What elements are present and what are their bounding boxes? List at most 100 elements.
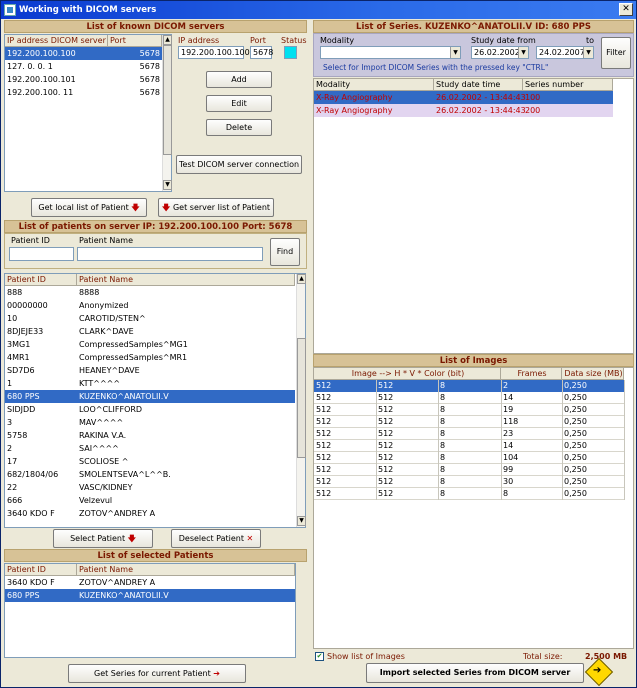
images-col-image[interactable]: Image --> H * V * Color (bit) <box>314 368 501 380</box>
image-h: 512 <box>316 465 332 474</box>
series-header: List of Series. KUZENKO^ANATOLII.V ID: 6… <box>313 20 634 33</box>
patient-name: CompressedSamples^MR1 <box>79 353 188 362</box>
scroll-down-icon[interactable]: ▼ <box>297 516 306 526</box>
patient-row[interactable]: 1 KTT^^^^ <box>5 377 295 390</box>
selected-list[interactable]: Patient ID Patient Name 3640 KDO F ZOTOV^… <box>4 563 296 658</box>
server-port: 5678 <box>139 75 160 84</box>
servers-list[interactable]: IP address DICOM server Port 192.200.100… <box>4 34 172 192</box>
find-button[interactable]: Find <box>270 238 300 266</box>
image-row[interactable]: 512 512 8 14 0,250 <box>314 440 624 452</box>
image-row[interactable]: 512 512 8 2 0,250 <box>314 380 624 392</box>
ip-input[interactable]: 192.200.100.100 <box>178 46 250 59</box>
selected-col-id[interactable]: Patient ID <box>5 564 77 576</box>
local-list-button[interactable]: Get local list of Patient 🡇 <box>31 198 147 217</box>
series-col-date[interactable]: Study date time <box>434 79 523 91</box>
patients-list[interactable]: Patient ID Patient Name 888 8888 00000000 A… <box>4 273 306 528</box>
selected-col-name[interactable]: Patient Name <box>77 564 295 576</box>
column-divider <box>562 380 563 500</box>
images-col-frames[interactable]: Frames <box>501 368 562 380</box>
chevron-down-icon[interactable]: ▼ <box>450 47 460 58</box>
server-row[interactable]: 192.200.100.101 5678 <box>5 73 162 86</box>
patients-scrollbar[interactable]: ▲ ▼ <box>296 274 306 527</box>
server-list-button[interactable]: 🡇 Get server list of Patient <box>158 198 274 217</box>
servers-col-ip[interactable]: IP address DICOM server <box>5 35 108 47</box>
patient-row[interactable]: 5758 RAKINA V.A. <box>5 429 295 442</box>
images-list[interactable]: Image --> H * V * Color (bit) Frames Dat… <box>313 367 634 649</box>
port-input[interactable]: 5678 <box>250 46 273 59</box>
patient-row[interactable]: 10 CAROTID/STEN^ <box>5 312 295 325</box>
patient-row[interactable]: 680 PPS KUZENKO^ANATOLII.V <box>5 390 295 403</box>
image-v: 512 <box>378 465 394 474</box>
patient-row[interactable]: 17 SCOLIOSE ^ <box>5 455 295 468</box>
scroll-thumb[interactable] <box>297 338 306 458</box>
patient-row[interactable]: 00000000 Anonymized <box>5 299 295 312</box>
show-images-checkbox[interactable]: ✔ <box>315 652 324 661</box>
series-row[interactable]: X-Ray Angiography 26.02.2002 - 13:44:43 20… <box>314 104 613 117</box>
series-modality: X-Ray Angiography <box>316 93 393 102</box>
selected-row[interactable]: 3640 KDO F ZOTOV^ANDREY A <box>5 576 295 589</box>
patient-name-input[interactable] <box>77 247 263 261</box>
series-list[interactable]: Modality Study date time Series number X… <box>313 78 634 354</box>
patient-id: SD7D6 <box>7 366 35 375</box>
patient-row[interactable]: 2 SAI^^^^ <box>5 442 295 455</box>
series-row[interactable]: X-Ray Angiography 26.02.2002 - 13:44:43 10… <box>314 91 613 104</box>
image-row[interactable]: 512 512 8 19 0,250 <box>314 404 624 416</box>
image-row[interactable]: 512 512 8 99 0,250 <box>314 464 624 476</box>
date-from-select[interactable]: 26.02.2002 ▼ <box>471 46 529 59</box>
filter-button[interactable]: Filter <box>601 37 631 69</box>
series-hint: Select for Import DICOM Series with the … <box>323 63 549 72</box>
patient-row[interactable]: 8DJEJE33 CLARK^DAVE <box>5 325 295 338</box>
edit-button[interactable]: Edit <box>206 95 272 112</box>
get-series-button[interactable]: Get Series for current Patient ➔ <box>68 664 246 683</box>
add-button[interactable]: Add <box>206 71 272 88</box>
chevron-down-icon[interactable]: ▼ <box>583 47 593 58</box>
patient-row[interactable]: 3 MAV^^^^ <box>5 416 295 429</box>
patient-row[interactable]: SIDJDD LOO^CLIFFORD <box>5 403 295 416</box>
series-col-modality[interactable]: Modality <box>314 79 434 91</box>
test-connection-button[interactable]: Test DICOM server connection <box>176 155 302 174</box>
import-series-button[interactable]: Import selected Series from DICOM server <box>366 663 584 683</box>
image-row[interactable]: 512 512 8 104 0,250 <box>314 452 624 464</box>
patient-name-label: Patient Name <box>79 236 133 245</box>
scroll-up-icon[interactable]: ▲ <box>297 274 306 284</box>
scroll-thumb[interactable] <box>163 45 172 155</box>
image-row[interactable]: 512 512 8 8 0,250 <box>314 488 624 500</box>
patient-row[interactable]: 3640 KDO F ZOTOV^ANDREY A <box>5 507 295 520</box>
patients-col-id[interactable]: Patient ID <box>5 274 77 286</box>
patient-id-input[interactable] <box>9 247 74 261</box>
patients-col-name[interactable]: Patient Name <box>77 274 295 286</box>
deselect-patient-button[interactable]: Deselect Patient ✕ <box>171 529 261 548</box>
select-patient-button[interactable]: Select Patient 🡇 <box>53 529 153 548</box>
patient-id: 682/1804/06 <box>7 470 59 479</box>
patient-row[interactable]: 3MG1 CompressedSamples^MG1 <box>5 338 295 351</box>
servers-scrollbar[interactable]: ▲ ▼ <box>162 35 172 191</box>
modality-select[interactable]: ▼ <box>320 46 461 59</box>
server-row[interactable]: 192.200.100. 11 5678 <box>5 86 162 99</box>
date-to-select[interactable]: 24.02.2007 ▼ <box>536 46 594 59</box>
image-color: 8 <box>440 465 446 474</box>
patient-row[interactable]: 22 VASC/KIDNEY <box>5 481 295 494</box>
scroll-down-icon[interactable]: ▼ <box>163 180 172 190</box>
image-row[interactable]: 512 512 8 30 0,250 <box>314 476 624 488</box>
server-row[interactable]: 127. 0. 0. 1 5678 <box>5 60 162 73</box>
arrow-down-icon: 🡇 <box>161 203 173 212</box>
scroll-up-icon[interactable]: ▲ <box>163 35 172 45</box>
patient-row[interactable]: 666 Velzevul <box>5 494 295 507</box>
series-col-number[interactable]: Series number <box>523 79 613 91</box>
image-row[interactable]: 512 512 8 14 0,250 <box>314 392 624 404</box>
patient-row[interactable]: 4MR1 CompressedSamples^MR1 <box>5 351 295 364</box>
delete-button[interactable]: Delete <box>206 119 272 136</box>
image-row[interactable]: 512 512 8 118 0,250 <box>314 416 624 428</box>
image-color: 8 <box>440 417 446 426</box>
server-row[interactable]: 192.200.100.100 5678 <box>5 47 162 60</box>
image-row[interactable]: 512 512 8 23 0,250 <box>314 428 624 440</box>
selected-row[interactable]: 680 PPS KUZENKO^ANATOLII.V <box>5 589 295 602</box>
images-col-size[interactable]: Data size (MB) <box>562 368 624 380</box>
image-v: 512 <box>378 429 394 438</box>
patient-row[interactable]: 888 8888 <box>5 286 295 299</box>
patient-row[interactable]: SD7D6 HEANEY^DAVE <box>5 364 295 377</box>
chevron-down-icon[interactable]: ▼ <box>518 47 528 58</box>
servers-col-port[interactable]: Port <box>108 35 162 47</box>
patient-row[interactable]: 682/1804/06 SMOLENTSEVA^L^^B. <box>5 468 295 481</box>
close-button[interactable]: ✕ <box>619 3 633 16</box>
